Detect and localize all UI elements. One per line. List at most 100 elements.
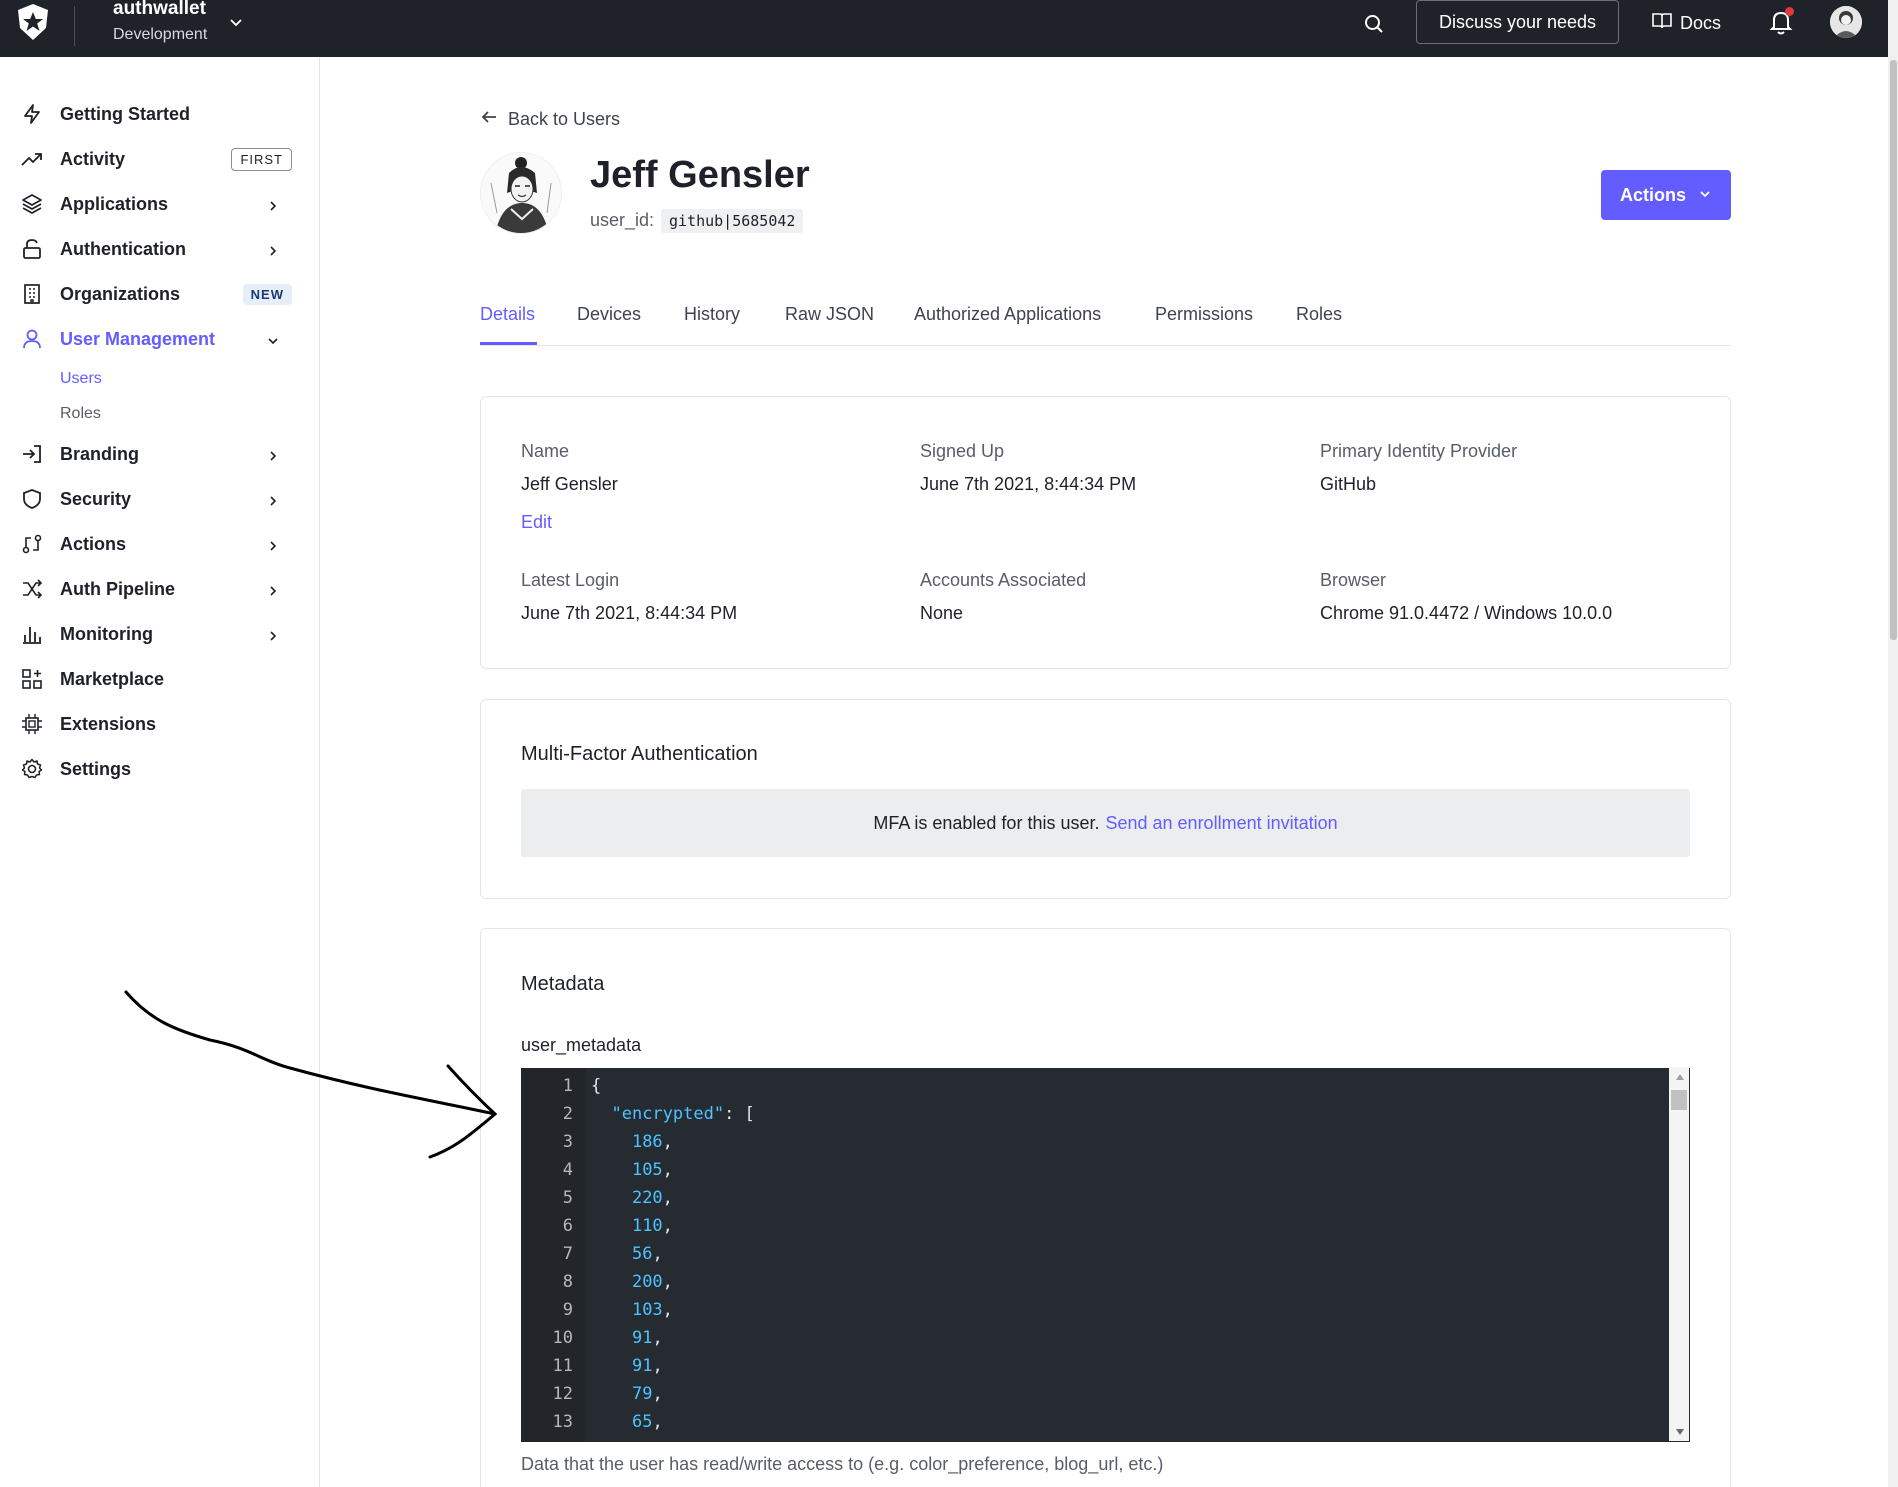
code-number: 110 <box>631 1216 663 1236</box>
sidebar-item-label: Monitoring <box>60 623 153 644</box>
trend-icon <box>20 147 44 171</box>
code-text: 65, <box>591 1408 663 1436</box>
chevron-right-icon <box>266 537 280 551</box>
actions-icon <box>20 532 44 556</box>
tab-permissions[interactable]: Permissions <box>1155 304 1253 325</box>
user-avatar <box>480 152 562 234</box>
sidebar-item-extensions[interactable]: Extensions <box>20 709 292 739</box>
sidebar-item-user-management[interactable]: User Management <box>20 324 292 354</box>
code-punctuation: { <box>591 1076 602 1096</box>
line-number: 8 <box>562 1272 573 1292</box>
sidebar-item-actions[interactable]: Actions <box>20 529 292 559</box>
user-icon <box>20 327 44 351</box>
sidebar-item-monitoring[interactable]: Monitoring <box>20 619 292 649</box>
code-number: 79 <box>631 1384 653 1404</box>
edit-name-link[interactable]: Edit <box>521 512 552 533</box>
code-text: 56, <box>591 1240 663 1268</box>
bar-chart-icon <box>20 622 44 646</box>
new-badge: NEW <box>242 283 292 305</box>
mfa-banner: MFA is enabled for this user. Send an en… <box>521 789 1690 857</box>
editor-scroll-thumb[interactable] <box>1671 1090 1687 1110</box>
code-text: 79, <box>591 1380 663 1408</box>
user-metadata-help: Data that the user has read/write access… <box>521 1454 1164 1474</box>
docs-label: Docs <box>1680 12 1722 33</box>
back-to-users-link[interactable]: Back to Users <box>480 108 620 131</box>
chevron-right-icon <box>266 492 280 506</box>
tenant-environment[interactable]: Development <box>113 26 207 44</box>
scroll-down-arrow-icon[interactable] <box>1676 1429 1684 1435</box>
sidebar-item-organizations[interactable]: Organizations NEW <box>20 279 292 309</box>
line-number: 3 <box>562 1132 573 1152</box>
auth0-logo-icon[interactable] <box>14 2 52 42</box>
code-number: 91 <box>631 1356 653 1376</box>
code-text: "encrypted": [ <box>591 1100 754 1128</box>
code-text: 220, <box>591 1184 673 1212</box>
chip-icon <box>20 712 44 736</box>
active-tab-indicator <box>480 342 537 345</box>
name-value: Jeff Gensler <box>521 474 618 494</box>
user-metadata-editor[interactable]: 1 {2 "encrypted": [3 186, 4 105, 5 220, 6 11… <box>521 1068 1690 1442</box>
sidebar-item-label: Getting Started <box>60 103 191 124</box>
line-number: 4 <box>562 1160 573 1180</box>
sidebar-item-label: Applications <box>60 193 169 214</box>
user-id-value: github|5685042 <box>661 209 804 233</box>
tab-history[interactable]: History <box>684 304 740 325</box>
tab-devices[interactable]: Devices <box>577 304 641 325</box>
editor-scrollbar[interactable] <box>1669 1067 1689 1441</box>
sidebar-item-auth-pipeline[interactable]: Auth Pipeline <box>20 574 292 604</box>
code-number: 186 <box>631 1132 663 1152</box>
user-name-heading: Jeff Gensler <box>590 154 810 196</box>
sidebar-subitem-users[interactable]: Users <box>60 370 102 388</box>
line-number: 9 <box>562 1300 573 1320</box>
code-punctuation: , <box>662 1300 673 1320</box>
page-scroll-thumb[interactable] <box>1890 60 1897 640</box>
accounts-associated-value: None <box>920 603 964 623</box>
actions-dropdown-button[interactable]: Actions <box>1601 170 1731 220</box>
line-number: 2 <box>562 1104 573 1124</box>
sidebar-item-authentication[interactable]: Authentication <box>20 234 292 264</box>
sidebar-item-security[interactable]: Security <box>20 484 292 514</box>
sidebar-item-label: Organizations <box>60 283 181 304</box>
sidebar-item-settings[interactable]: Settings <box>20 754 292 784</box>
tab-details[interactable]: Details <box>480 304 535 325</box>
code-text: 105, <box>591 1156 673 1184</box>
building-icon <box>20 282 44 306</box>
tab-raw-json[interactable]: Raw JSON <box>785 304 874 325</box>
send-enrollment-link[interactable]: Send an enrollment invitation <box>1105 813 1337 834</box>
scroll-up-arrow-icon[interactable] <box>1676 1074 1684 1080</box>
grid-plus-icon <box>20 667 44 691</box>
mfa-message: MFA is enabled for this user. <box>873 812 1100 833</box>
code-punctuation: , <box>662 1188 673 1208</box>
search-icon[interactable] <box>1360 10 1388 38</box>
identity-provider-label: Primary Identity Provider <box>1320 441 1518 461</box>
latest-login-value: June 7th 2021, 8:44:34 PM <box>521 603 738 623</box>
tab-roles[interactable]: Roles <box>1296 304 1342 325</box>
identity-provider-value: GitHub <box>1320 474 1377 494</box>
user-avatar-icon[interactable] <box>1830 6 1862 38</box>
sidebar-item-applications[interactable]: Applications <box>20 189 292 219</box>
docs-link[interactable]: Docs <box>1652 10 1721 36</box>
code-punctuation: , <box>662 1160 673 1180</box>
chevron-down-icon <box>266 332 280 346</box>
sidebar-item-branding[interactable]: Branding <box>20 439 292 469</box>
code-number: 105 <box>631 1160 663 1180</box>
mfa-title: Multi-Factor Authentication <box>521 743 758 765</box>
sidebar-subitem-roles[interactable]: Roles <box>60 405 101 423</box>
metadata-title: Metadata <box>521 973 605 995</box>
tenant-name[interactable]: authwallet <box>113 0 206 20</box>
chevron-right-icon <box>266 447 280 461</box>
tab-authorized-applications[interactable]: Authorized Applications <box>914 304 1101 325</box>
top-bar: authwallet Development Discuss your need… <box>0 0 1888 57</box>
sidebar-item-marketplace[interactable]: Marketplace <box>20 664 292 694</box>
discuss-your-needs-button[interactable]: Discuss your needs <box>1416 0 1619 44</box>
shuffle-icon <box>20 577 44 601</box>
line-number: 1 <box>562 1076 573 1096</box>
code-punctuation: , <box>652 1244 663 1264</box>
sidebar-item-getting-started[interactable]: Getting Started <box>20 99 292 129</box>
code-number: 65 <box>631 1412 653 1432</box>
details-card: Name Jeff Gensler Edit Signed Up June 7t… <box>480 396 1731 669</box>
sidebar-item-activity[interactable]: Activity FIRST <box>20 144 292 174</box>
chevron-down-icon[interactable] <box>228 14 244 30</box>
code-punctuation: , <box>652 1412 663 1432</box>
gear-icon <box>20 757 44 781</box>
